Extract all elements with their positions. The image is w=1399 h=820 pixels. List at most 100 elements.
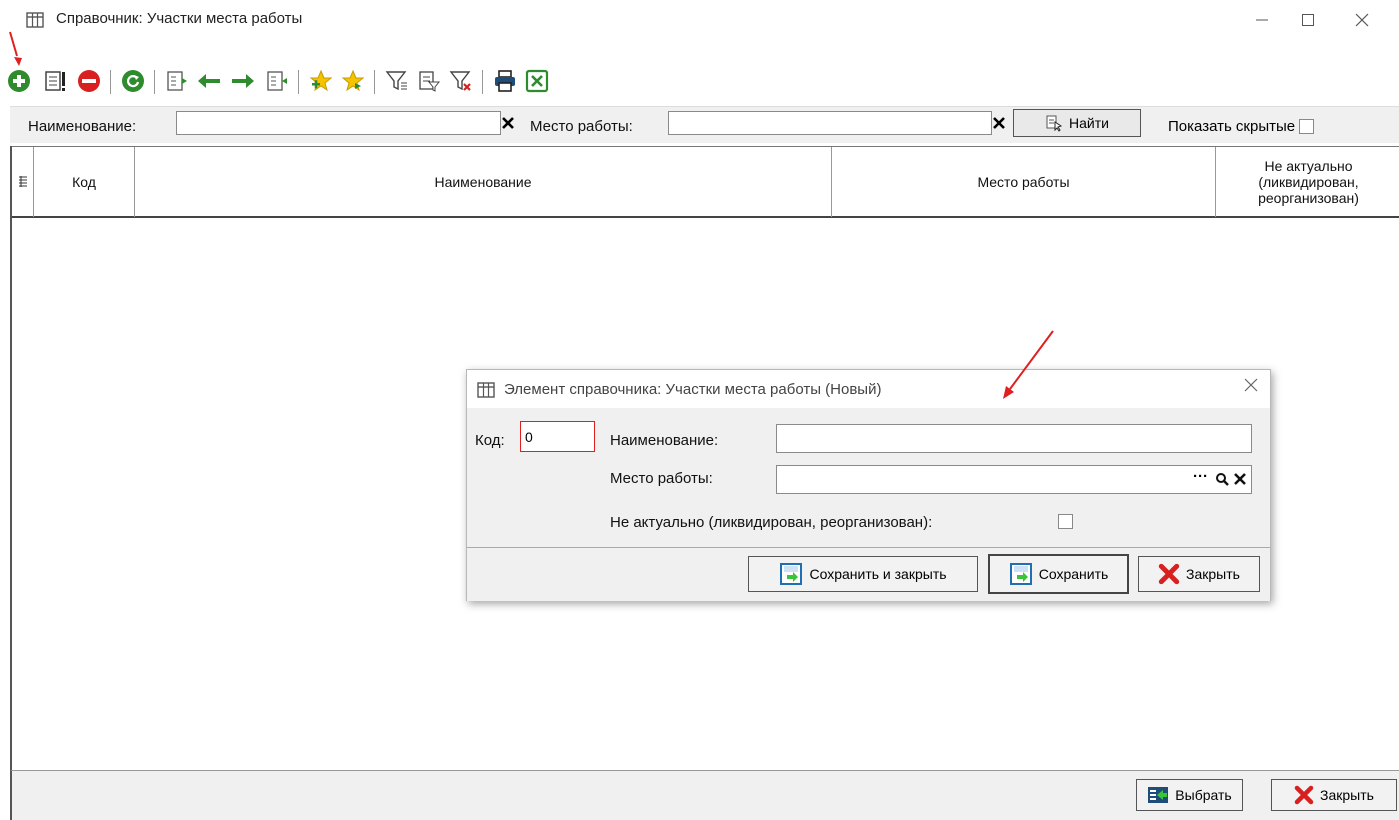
dialog-footer: Сохранить и закрыть Сохранить Закрыть xyxy=(467,547,1270,601)
excel-export-button[interactable] xyxy=(522,66,552,96)
select-icon xyxy=(1148,787,1169,803)
maximize-icon xyxy=(1302,14,1314,26)
refresh-icon xyxy=(122,70,144,92)
filter-icon xyxy=(385,71,407,91)
minimize-icon xyxy=(1256,19,1268,21)
inactive-label: Не актуально (ликвидирован, реорганизова… xyxy=(610,514,933,531)
delete-icon xyxy=(78,70,100,92)
add-button[interactable] xyxy=(4,66,34,96)
minimize-button[interactable] xyxy=(1239,0,1285,40)
workplace-filter-input[interactable] xyxy=(668,111,992,135)
workplace-choose-button[interactable]: ··· xyxy=(1193,468,1208,485)
edit-button[interactable] xyxy=(40,66,70,96)
workplace-label: Место работы: xyxy=(610,470,713,487)
toolbar-separator xyxy=(110,70,111,94)
print-icon xyxy=(495,70,515,92)
delete-button[interactable] xyxy=(74,66,104,96)
save-button[interactable]: Сохранить xyxy=(988,554,1129,594)
favorite-add-button[interactable] xyxy=(306,66,336,96)
code-input[interactable] xyxy=(520,421,595,452)
toolbar-separator xyxy=(154,70,155,94)
find-button[interactable]: Найти xyxy=(1013,109,1141,137)
bottom-bar: Выбрать Закрыть xyxy=(10,770,1399,820)
clear-icon[interactable] xyxy=(1233,472,1247,486)
clear-icon xyxy=(993,117,1005,129)
filter-edit-icon xyxy=(419,71,441,92)
move-left-icon xyxy=(198,74,220,88)
favorite-add-icon xyxy=(309,69,333,92)
workplace-filter-label: Место работы: xyxy=(530,118,633,135)
name-filter-input[interactable] xyxy=(176,111,501,135)
toolbar-separator xyxy=(298,70,299,94)
filter-edit-button[interactable] xyxy=(414,66,444,96)
move-left-button[interactable] xyxy=(194,66,224,96)
dialog-close-action-button[interactable]: Закрыть xyxy=(1138,556,1260,592)
favorite-button[interactable] xyxy=(338,66,368,96)
column-header-inactive-line: реорганизован) xyxy=(1258,190,1359,206)
print-button[interactable] xyxy=(490,66,520,96)
inactive-checkbox[interactable] xyxy=(1058,514,1073,529)
list-in-icon xyxy=(167,71,187,91)
save-icon xyxy=(780,563,803,585)
move-after-button[interactable] xyxy=(262,66,292,96)
save-and-close-label: Сохранить и закрыть xyxy=(809,566,947,582)
move-before-button[interactable] xyxy=(162,66,192,96)
toolbar xyxy=(0,64,1399,100)
table-icon xyxy=(26,12,44,28)
column-header-inactive-line: Не актуально xyxy=(1264,158,1353,174)
column-chooser-button[interactable] xyxy=(12,147,34,217)
dialog-close-action-label: Закрыть xyxy=(1186,566,1240,582)
name-label: Наименование: xyxy=(610,432,719,449)
show-hidden-toggle[interactable]: Показать скрытые xyxy=(1168,118,1315,135)
window-titlebar: Справочник: Участки места работы xyxy=(0,0,1399,40)
select-button[interactable]: Выбрать xyxy=(1136,779,1243,811)
save-and-close-button[interactable]: Сохранить и закрыть xyxy=(748,556,978,592)
workplace-input[interactable] xyxy=(776,465,1252,494)
select-button-label: Выбрать xyxy=(1175,787,1232,803)
save-icon xyxy=(1009,563,1032,585)
close-icon xyxy=(1158,563,1180,585)
excel-icon xyxy=(525,69,549,93)
close-icon xyxy=(1244,378,1258,392)
code-label: Код: xyxy=(475,432,505,449)
move-right-button[interactable] xyxy=(228,66,258,96)
maximize-button[interactable] xyxy=(1285,0,1331,40)
dialog-title: Элемент справочника: Участки места работ… xyxy=(504,381,882,398)
window-title: Справочник: Участки места работы xyxy=(56,10,303,27)
column-list-icon xyxy=(18,176,27,187)
close-button-label: Закрыть xyxy=(1320,787,1374,803)
find-icon xyxy=(1046,115,1063,132)
show-hidden-checkbox[interactable] xyxy=(1299,119,1315,134)
name-filter-clear-button[interactable] xyxy=(497,111,519,135)
filter-button[interactable] xyxy=(382,66,412,96)
search-icon[interactable] xyxy=(1215,472,1229,486)
column-header-workplace[interactable]: Место работы xyxy=(832,147,1216,217)
clear-icon xyxy=(502,117,514,129)
column-header-name[interactable]: Наименование xyxy=(135,147,832,217)
close-icon xyxy=(1294,785,1314,805)
table-icon xyxy=(477,382,495,398)
filter-clear-button[interactable] xyxy=(446,66,476,96)
name-filter-label: Наименование: xyxy=(28,118,137,135)
filter-clear-icon xyxy=(449,71,471,91)
name-input[interactable] xyxy=(776,424,1252,453)
dialog-close-button[interactable] xyxy=(1244,378,1258,395)
dialog-titlebar: Элемент справочника: Участки места работ… xyxy=(467,370,1270,408)
close-icon xyxy=(1355,13,1369,27)
window-close-button[interactable] xyxy=(1339,0,1385,40)
workplace-filter-clear-button[interactable] xyxy=(988,111,1010,135)
list-out-icon xyxy=(267,71,287,91)
toolbar-separator xyxy=(374,70,375,94)
reference-window: Справочник: Участки места работы Наимено… xyxy=(0,0,1399,820)
close-button[interactable]: Закрыть xyxy=(1271,779,1397,811)
refresh-button[interactable] xyxy=(118,66,148,96)
move-right-icon xyxy=(232,74,254,88)
column-header-inactive-line: (ликвидирован, xyxy=(1258,174,1359,190)
edit-icon xyxy=(45,71,65,91)
filter-bar: Наименование: Место работы: Найти Показа… xyxy=(10,106,1399,143)
save-button-label: Сохранить xyxy=(1038,566,1109,582)
column-header-code[interactable]: Код xyxy=(34,147,135,217)
add-icon xyxy=(8,70,30,92)
column-header-inactive[interactable]: Не актуально (ликвидирован, реорганизова… xyxy=(1216,147,1399,217)
toolbar-separator xyxy=(482,70,483,94)
